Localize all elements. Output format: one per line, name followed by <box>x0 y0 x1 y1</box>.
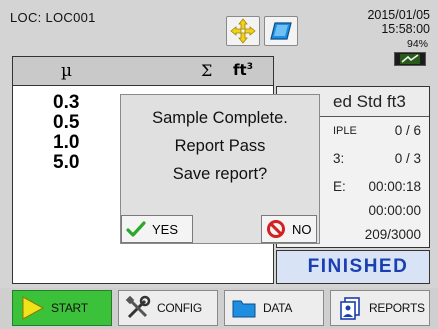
cycle-value: 0 / 3 <box>394 151 421 166</box>
size-row: 5.0 <box>53 152 80 173</box>
reports-button-label: REPORTS <box>369 301 425 315</box>
start-button[interactable]: START <box>12 290 112 326</box>
dialog-message-line-3: Save report? <box>172 165 268 183</box>
folder-icon <box>229 293 259 323</box>
battery-percent: 94% <box>406 38 428 50</box>
status-banner: FINISHED <box>276 250 430 284</box>
size-row: 0.3 <box>53 92 80 113</box>
particle-table-header: µ Σ ft3 <box>12 56 274 86</box>
date-text: 2015/01/05 <box>367 8 430 22</box>
size-row: 0.5 <box>53 112 80 133</box>
no-button[interactable]: NO <box>261 215 317 243</box>
config-button-label: CONFIG <box>157 301 202 315</box>
save-report-dialog: Sample Complete. Report Pass Save report… <box>120 94 320 244</box>
instrument-screen: LOC: LOC001 2015/01/05 15:58:00 94% µ Σ <box>0 0 438 329</box>
yes-button-label: YES <box>152 221 179 237</box>
config-button[interactable]: CONFIG <box>118 290 218 326</box>
dialog-message-line-2: Report Pass <box>174 137 266 155</box>
elapsed-value: 00:00:18 <box>368 179 421 194</box>
yes-button[interactable]: YES <box>121 215 193 243</box>
time-text: 15:58:00 <box>381 22 430 36</box>
datetime: 2015/01/05 15:58:00 <box>367 8 430 36</box>
no-button-label: NO <box>292 221 312 237</box>
data-button[interactable]: DATA <box>224 290 324 326</box>
checkmark-icon <box>126 221 146 237</box>
sum-column-header: Σ <box>201 61 213 80</box>
volume-exponent: 3 <box>246 62 253 72</box>
battery-charging-icon <box>394 52 426 66</box>
bottom-nav-bar: START CONFIG DATA REPORTS <box>0 288 438 329</box>
cycle-label: 3: <box>333 151 345 166</box>
sample-count-value: 0 / 6 <box>394 123 421 138</box>
tools-icon <box>123 293 153 323</box>
location-label: LOC: LOC001 <box>10 10 96 25</box>
move-button[interactable] <box>226 16 260 46</box>
volume-unit: ft <box>233 61 247 79</box>
buffer-value: 209/3000 <box>364 227 421 242</box>
book-icon <box>270 22 292 40</box>
reports-icon <box>335 293 365 323</box>
prohibited-icon <box>267 220 285 238</box>
size-column-header: µ <box>61 61 73 81</box>
data-button-label: DATA <box>263 301 293 315</box>
manual-button[interactable] <box>264 16 298 46</box>
elapsed-label: E: <box>333 179 346 194</box>
play-icon <box>17 293 47 323</box>
move-arrows-icon <box>230 18 256 44</box>
dialog-message-line-1: Sample Complete. <box>152 109 288 127</box>
size-row: 1.0 <box>53 132 80 153</box>
volume-column-header[interactable]: ft3 <box>233 61 253 79</box>
sample-count-label: IPLE <box>333 125 357 137</box>
start-button-label: START <box>51 301 88 315</box>
reports-button[interactable]: REPORTS <box>330 290 430 326</box>
delay-value: 00:00:00 <box>368 203 421 218</box>
